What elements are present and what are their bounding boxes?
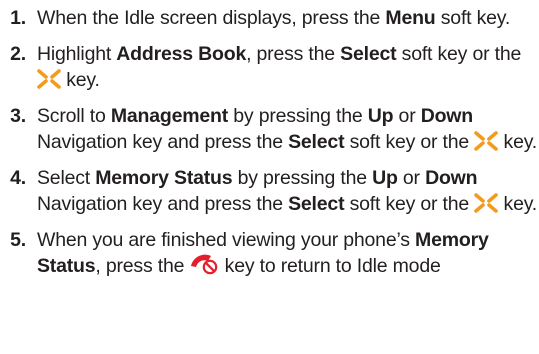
step-number: 4. <box>10 167 26 189</box>
text-run: Navigation key and press the <box>37 193 289 215</box>
text-run: Select <box>37 167 96 189</box>
text-run: , press the <box>95 255 190 277</box>
ok-nav-key-icon <box>474 131 499 151</box>
text-run: key. <box>498 193 538 215</box>
end-call-key-icon <box>189 253 219 275</box>
text-run: key. <box>61 69 100 91</box>
bold-term: Address Book <box>116 43 247 65</box>
bold-term: Menu <box>385 7 436 29</box>
text-run: Scroll to <box>37 105 111 127</box>
text-run: key. <box>498 131 538 153</box>
text-run: When the Idle screen displays, press the <box>37 7 386 29</box>
step-number: 1. <box>10 7 26 29</box>
text-run: Navigation key and press the <box>37 131 289 153</box>
step-3: 3. Scroll to Management by pressing the … <box>0 103 539 155</box>
step-2: 2. Highlight Address Book, press the Sel… <box>0 41 539 93</box>
page: { "steps": [ { "number": "1.", "parts": … <box>0 0 539 354</box>
step-4: 4. Select Memory Status by pressing the … <box>0 165 539 217</box>
step-number: 2. <box>10 43 26 65</box>
step-5: 5. When you are finished viewing your ph… <box>0 227 539 279</box>
step-text: When the Idle screen displays, press the… <box>37 7 510 29</box>
bold-term: Down <box>420 105 473 127</box>
bold-term: Select <box>288 131 345 153</box>
bold-term: Up <box>372 167 398 189</box>
text-run: or <box>397 167 426 189</box>
step-number: 5. <box>10 229 26 251</box>
text-run: by pressing the <box>228 105 368 127</box>
text-run: , press the <box>246 43 341 65</box>
step-text: Scroll to Management by pressing the Up … <box>37 105 537 153</box>
bold-term: Down <box>425 167 478 189</box>
instruction-steps: 1. When the Idle screen displays, press … <box>0 0 539 289</box>
step-text: When you are finished viewing your phone… <box>37 229 489 277</box>
text-run: by pressing the <box>232 167 373 189</box>
ok-nav-key-icon <box>474 193 499 213</box>
bold-term: Select <box>340 43 397 65</box>
ok-nav-key-icon <box>37 69 61 89</box>
text-run: Highlight <box>37 43 117 65</box>
text-run: When you are finished viewing your phone… <box>37 229 416 251</box>
text-run: soft key or the <box>396 43 522 65</box>
bold-term: Select <box>288 193 345 215</box>
text-run: soft key or the <box>344 131 475 153</box>
text-run: or <box>393 105 421 127</box>
step-number: 3. <box>10 105 26 127</box>
text-run: key to return to Idle mode <box>219 255 441 277</box>
bold-term: Management <box>110 105 229 127</box>
step-text: Highlight Address Book, press the Select… <box>37 43 521 91</box>
step-1: 1. When the Idle screen displays, press … <box>0 0 539 31</box>
step-text: Select Memory Status by pressing the Up … <box>37 167 537 215</box>
text-run: soft key. <box>435 7 511 29</box>
text-run: soft key or the <box>344 193 475 215</box>
bold-term: Up <box>367 105 394 127</box>
bold-term: Memory Status <box>95 167 233 189</box>
